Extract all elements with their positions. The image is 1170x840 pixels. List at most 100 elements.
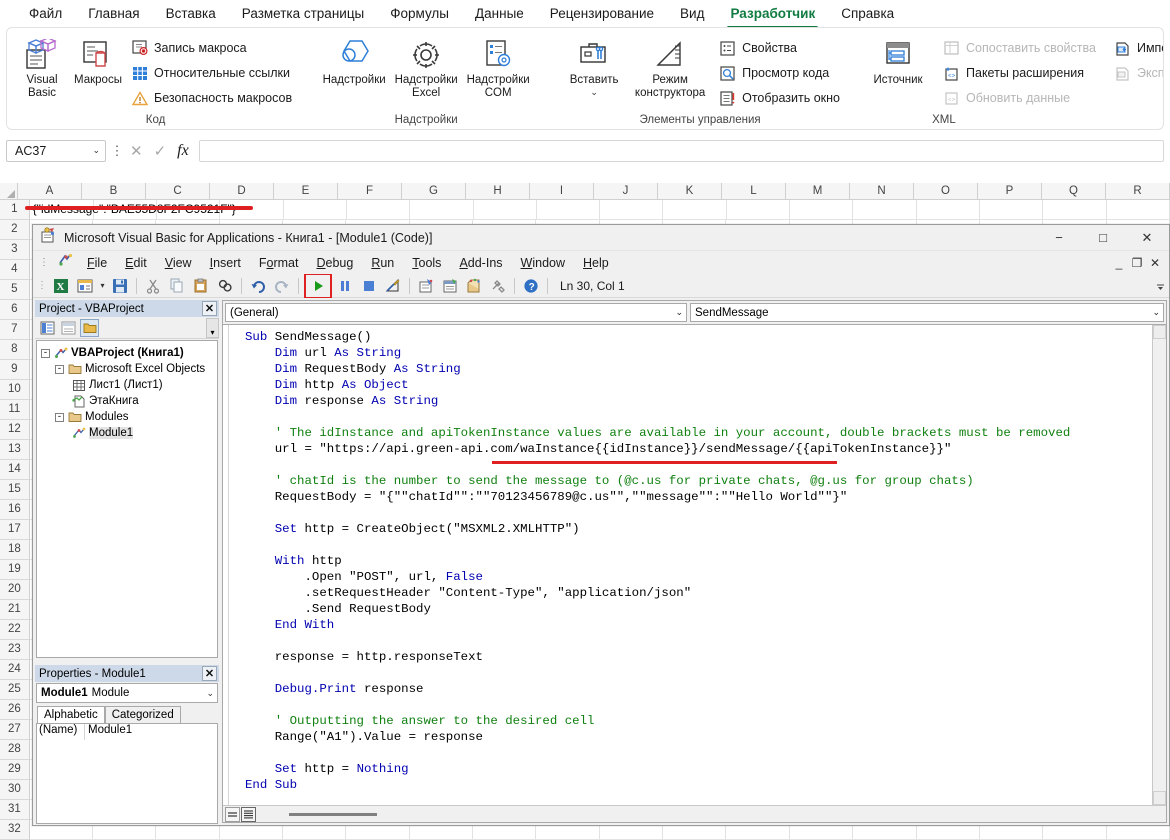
dropdown-arrow-icon[interactable]: ▾ bbox=[97, 275, 108, 297]
redo-icon[interactable] bbox=[270, 275, 294, 297]
row-header-27[interactable]: 27 bbox=[0, 720, 30, 740]
row-header-12[interactable]: 12 bbox=[0, 420, 30, 440]
tree-node-sheet1[interactable]: Лист1 (Лист1) bbox=[41, 377, 217, 393]
menu-file[interactable]: File bbox=[78, 254, 116, 272]
object-combo[interactable]: (General) ⌄ bbox=[225, 303, 687, 322]
column-header-E[interactable]: E bbox=[274, 183, 338, 199]
row-header-18[interactable]: 18 bbox=[0, 540, 30, 560]
confirm-icon[interactable]: ✓ bbox=[154, 142, 167, 160]
cell-Q1[interactable] bbox=[1043, 200, 1106, 220]
scrollbar-thumb[interactable] bbox=[289, 813, 377, 816]
chevron-down-icon[interactable]: ⌄ bbox=[1152, 307, 1160, 318]
import-button[interactable]: Импорт bbox=[1109, 36, 1164, 60]
ribbon-tab-formulas[interactable]: Формулы bbox=[377, 3, 462, 25]
cut-icon[interactable] bbox=[141, 275, 165, 297]
menu-window[interactable]: Window bbox=[512, 254, 574, 272]
formula-bar-menu-icon[interactable]: ⋮ bbox=[106, 143, 128, 159]
row-header-20[interactable]: 20 bbox=[0, 580, 30, 600]
visual-basic-button[interactable]: VisualBasic bbox=[14, 34, 70, 100]
menu-tools[interactable]: Tools bbox=[403, 254, 450, 272]
cell-O1[interactable] bbox=[917, 200, 980, 220]
project-explorer-icon[interactable] bbox=[414, 275, 438, 297]
menu-debug[interactable]: Debug bbox=[307, 254, 362, 272]
row-header-19[interactable]: 19 bbox=[0, 560, 30, 580]
mdi-close-button[interactable]: ✕ bbox=[1147, 256, 1163, 270]
row-header-13[interactable]: 13 bbox=[0, 440, 30, 460]
column-header-G[interactable]: G bbox=[402, 183, 466, 199]
column-header-O[interactable]: O bbox=[914, 183, 978, 199]
properties-button[interactable]: Свойства bbox=[714, 36, 845, 60]
cell-K1[interactable] bbox=[663, 200, 726, 220]
row-header-8[interactable]: 8 bbox=[0, 340, 30, 360]
expander-icon[interactable]: - bbox=[41, 349, 50, 358]
row-header-23[interactable]: 23 bbox=[0, 640, 30, 660]
cell-A1[interactable]: {"idMessage":"BAE55D8F2FC9521F"} bbox=[30, 200, 94, 220]
help-icon[interactable]: ? bbox=[519, 275, 543, 297]
row-header-10[interactable]: 10 bbox=[0, 380, 30, 400]
column-header-Q[interactable]: Q bbox=[1042, 183, 1106, 199]
cell-N1[interactable] bbox=[853, 200, 916, 220]
row-header-7[interactable]: 7 bbox=[0, 320, 30, 340]
expander-icon[interactable]: - bbox=[55, 413, 64, 422]
design-mode-button[interactable]: Режимконструктора bbox=[630, 34, 710, 100]
row-header-4[interactable]: 4 bbox=[0, 260, 30, 280]
insert-control-button[interactable]: Вставить ⌄ bbox=[558, 34, 630, 96]
row-header-3[interactable]: 3 bbox=[0, 240, 30, 260]
menu-help[interactable]: Help bbox=[574, 254, 618, 272]
name-box[interactable]: AC37 ⌄ bbox=[6, 140, 106, 162]
row-header-32[interactable]: 32 bbox=[0, 820, 30, 840]
row-header-17[interactable]: 17 bbox=[0, 520, 30, 540]
select-all-corner[interactable] bbox=[0, 183, 18, 199]
undo-icon[interactable] bbox=[246, 275, 270, 297]
toggle-folders-icon[interactable] bbox=[80, 319, 99, 337]
mdi-restore-button[interactable]: ❐ bbox=[1129, 256, 1145, 270]
map-properties-button[interactable]: Сопоставить свойства bbox=[938, 36, 1101, 60]
property-row[interactable]: (Name) Module1 bbox=[37, 724, 217, 740]
menu-run[interactable]: Run bbox=[362, 254, 403, 272]
insert-userform-icon[interactable] bbox=[73, 275, 97, 297]
row-header-5[interactable]: 5 bbox=[0, 280, 30, 300]
menu-addins[interactable]: Add-Ins bbox=[450, 254, 511, 272]
row-header-16[interactable]: 16 bbox=[0, 500, 30, 520]
addins-button[interactable]: Надстройки bbox=[318, 34, 390, 87]
row-header-9[interactable]: 9 bbox=[0, 360, 30, 380]
run-icon[interactable] bbox=[306, 275, 330, 297]
tree-node-module1[interactable]: Module1 bbox=[41, 425, 217, 441]
paste-icon[interactable] bbox=[189, 275, 213, 297]
tab-categorized[interactable]: Categorized bbox=[105, 706, 181, 723]
xml-source-button[interactable]: Источник bbox=[862, 34, 934, 87]
row-header-22[interactable]: 22 bbox=[0, 620, 30, 640]
export-button[interactable]: Экспорт bbox=[1109, 61, 1164, 85]
row-header-15[interactable]: 15 bbox=[0, 480, 30, 500]
row-header-6[interactable]: 6 bbox=[0, 300, 30, 320]
column-header-K[interactable]: K bbox=[658, 183, 722, 199]
cell-L1[interactable] bbox=[727, 200, 790, 220]
row-header-24[interactable]: 24 bbox=[0, 660, 30, 680]
stop-icon[interactable] bbox=[357, 275, 381, 297]
com-addins-button[interactable]: НадстройкиCOM bbox=[462, 34, 534, 100]
cell-H1[interactable] bbox=[474, 200, 537, 220]
full-module-view-icon[interactable] bbox=[241, 807, 256, 822]
ribbon-tab-file[interactable]: Файл bbox=[16, 3, 75, 25]
procedure-combo[interactable]: SendMessage ⌄ bbox=[690, 303, 1164, 322]
column-header-C[interactable]: C bbox=[146, 183, 210, 199]
column-header-D[interactable]: D bbox=[210, 183, 274, 199]
column-header-J[interactable]: J bbox=[594, 183, 658, 199]
record-macro-button[interactable]: Запись макроса bbox=[126, 36, 297, 60]
column-header-M[interactable]: M bbox=[786, 183, 850, 199]
menu-format[interactable]: Format bbox=[250, 254, 308, 272]
maximize-button[interactable]: □ bbox=[1081, 225, 1125, 251]
macros-button[interactable]: Макросы bbox=[70, 34, 126, 87]
tab-alphabetic[interactable]: Alphabetic bbox=[37, 706, 105, 723]
menu-view[interactable]: View bbox=[156, 254, 201, 272]
scroll-up-arrow-icon[interactable] bbox=[1153, 325, 1166, 339]
row-header-26[interactable]: 26 bbox=[0, 700, 30, 720]
property-value[interactable]: Module1 bbox=[85, 724, 132, 740]
tree-node-vbaproject[interactable]: - VBAProject (Книга1) bbox=[41, 345, 217, 361]
ribbon-tab-help[interactable]: Справка bbox=[828, 3, 907, 25]
column-header-I[interactable]: I bbox=[530, 183, 594, 199]
column-header-L[interactable]: L bbox=[722, 183, 786, 199]
code-vertical-scrollbar[interactable] bbox=[1152, 325, 1166, 805]
menu-insert[interactable]: Insert bbox=[201, 254, 250, 272]
object-browser-icon[interactable] bbox=[462, 275, 486, 297]
